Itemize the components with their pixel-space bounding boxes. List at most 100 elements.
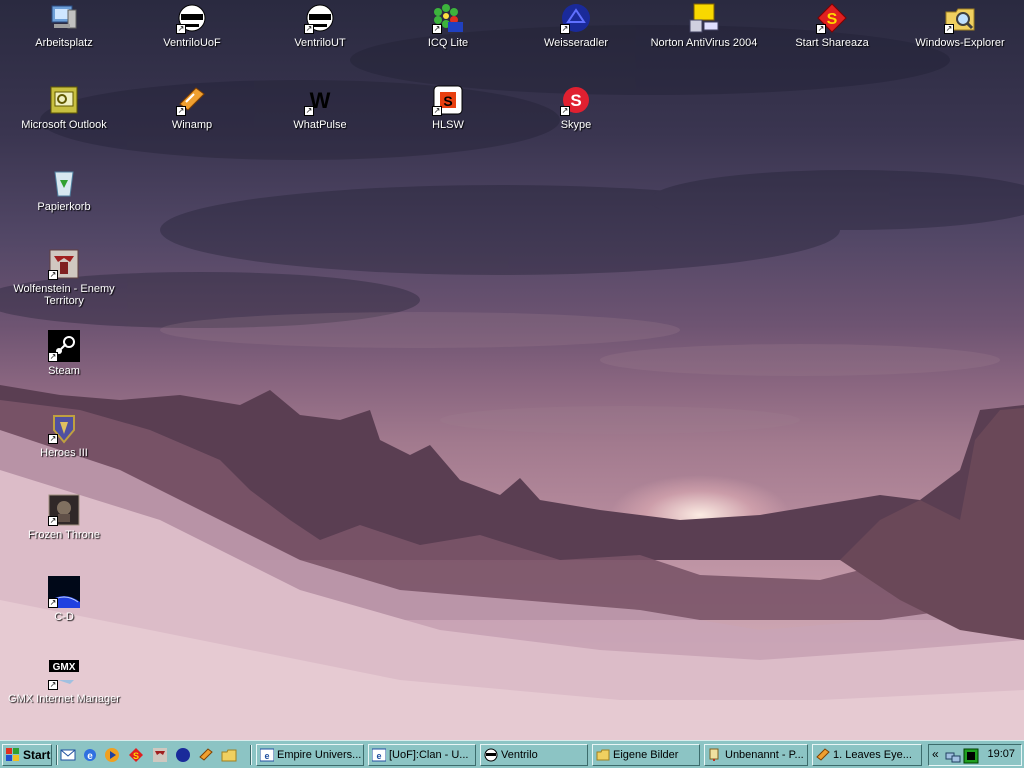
folder-icon[interactable] bbox=[221, 747, 237, 763]
task-button-eigene-bilder[interactable]: Eigene Bilder bbox=[592, 744, 700, 766]
svg-text:GMX: GMX bbox=[53, 662, 76, 673]
shortcut-arrow-icon: ↗ bbox=[176, 24, 186, 34]
shortcut-arrow-icon: ↗ bbox=[48, 680, 58, 690]
shortcut-arrow-icon: ↗ bbox=[944, 24, 954, 34]
icon-label: Steam bbox=[48, 365, 80, 377]
icon-label: Winamp bbox=[171, 119, 213, 131]
ventrilo-icon: ↗ bbox=[304, 2, 336, 34]
icon-label: Start Shareaza bbox=[795, 37, 869, 49]
antivirus-tray-icon[interactable] bbox=[963, 748, 979, 764]
icon-label: VentriloUT bbox=[294, 37, 346, 49]
outlook-express-icon[interactable] bbox=[60, 747, 76, 763]
shareaza-icon: S ↗ bbox=[816, 2, 848, 34]
desktop-icon-gmx[interactable]: GMX ↗ GMX Internet Manager bbox=[0, 658, 128, 705]
task-button-empire-universe[interactable]: e Empire Univers... bbox=[256, 744, 364, 766]
shareaza-icon[interactable]: S bbox=[128, 747, 144, 763]
shortcut-arrow-icon: ↗ bbox=[48, 352, 58, 362]
recycle-bin-icon bbox=[48, 166, 80, 198]
desktop-icon-arbeitsplatz[interactable]: Arbeitsplatz bbox=[0, 2, 128, 49]
desktop-icon-skype[interactable]: S ↗ Skype bbox=[512, 84, 640, 131]
eagle-icon[interactable] bbox=[175, 747, 191, 763]
taskbar-separator bbox=[250, 745, 252, 765]
icon-label: Arbeitsplatz bbox=[35, 37, 93, 49]
task-label: Unbenannt - P... bbox=[725, 749, 804, 761]
desktop-icon-winamp[interactable]: ↗ Winamp bbox=[128, 84, 256, 131]
whatpulse-icon: W ↗ bbox=[304, 84, 336, 116]
icon-label: Heroes III bbox=[40, 447, 88, 459]
desktop-icon-wolfenstein[interactable]: ↗ Wolfenstein - Enemy Territory bbox=[0, 248, 128, 307]
steam-icon: ↗ bbox=[48, 330, 80, 362]
icon-label: Microsoft Outlook bbox=[21, 119, 107, 131]
svg-text:e: e bbox=[87, 751, 93, 762]
tray-expand-button[interactable]: « bbox=[932, 747, 939, 761]
network-icon[interactable] bbox=[945, 748, 961, 764]
desktop-icon-ventrilouof[interactable]: ↗ VentriloUoF bbox=[128, 2, 256, 49]
shortcut-arrow-icon: ↗ bbox=[560, 24, 570, 34]
gmx-icon: GMX ↗ bbox=[48, 658, 80, 690]
task-button-ventrilo[interactable]: Ventrilo bbox=[480, 744, 588, 766]
svg-text:S: S bbox=[570, 91, 581, 110]
system-tray: « 19:07 bbox=[928, 744, 1022, 766]
taskbar: Start e S e Empire Univers... e [UoF]:Cl… bbox=[0, 740, 1024, 768]
desktop-icon-outlook[interactable]: Microsoft Outlook bbox=[0, 84, 128, 131]
desktop-icon-norton[interactable]: Norton AntiVirus 2004 bbox=[640, 2, 768, 49]
skype-icon: S ↗ bbox=[560, 84, 592, 116]
explorer-icon: ↗ bbox=[944, 2, 976, 34]
icon-label: VentriloUoF bbox=[163, 37, 221, 49]
icon-label: Wolfenstein - Enemy Territory bbox=[13, 283, 115, 307]
media-player-icon[interactable] bbox=[104, 747, 120, 763]
svg-text:S: S bbox=[827, 11, 838, 28]
svg-text:e: e bbox=[376, 751, 381, 761]
frozen-throne-icon: ↗ bbox=[48, 494, 80, 526]
task-label: Empire Univers... bbox=[277, 749, 362, 761]
paint-icon bbox=[708, 748, 722, 762]
cd-icon: ↗ bbox=[48, 576, 80, 608]
wolfenstein-icon: ↗ bbox=[48, 248, 80, 280]
desktop-icon-heroes-iii[interactable]: ↗ Heroes III bbox=[0, 412, 128, 459]
ie-icon: e bbox=[371, 748, 387, 762]
outlook-icon bbox=[48, 84, 80, 116]
task-label: Ventrilo bbox=[501, 749, 538, 761]
desktop-icon-whatpulse[interactable]: W ↗ WhatPulse bbox=[256, 84, 384, 131]
taskbar-separator bbox=[56, 745, 58, 765]
task-button-uof-clan[interactable]: e [UoF]:Clan - U... bbox=[368, 744, 476, 766]
desktop-icon-shareaza[interactable]: S ↗ Start Shareaza bbox=[768, 2, 896, 49]
svg-text:S: S bbox=[133, 751, 139, 761]
eagle-icon: ↗ bbox=[560, 2, 592, 34]
desktop-icon-weisseradler[interactable]: ↗ Weisseradler bbox=[512, 2, 640, 49]
wolfenstein-icon[interactable] bbox=[152, 747, 168, 763]
icon-label: Skype bbox=[560, 119, 592, 131]
icon-label: ICQ Lite bbox=[427, 37, 469, 49]
icon-label: Norton AntiVirus 2004 bbox=[650, 37, 758, 49]
desktop-icon-hlsw[interactable]: S ↗ HLSW bbox=[384, 84, 512, 131]
shortcut-arrow-icon: ↗ bbox=[304, 24, 314, 34]
hlsw-icon: S ↗ bbox=[432, 84, 464, 116]
start-label: Start bbox=[23, 748, 51, 762]
shortcut-arrow-icon: ↗ bbox=[48, 434, 58, 444]
task-button-winamp-track[interactable]: 1. Leaves Eye... bbox=[812, 744, 922, 766]
desktop-icon-steam[interactable]: ↗ Steam bbox=[0, 330, 128, 377]
svg-text:S: S bbox=[443, 93, 452, 109]
desktop-icon-papierkorb[interactable]: Papierkorb bbox=[0, 166, 128, 213]
desktop-icon-frozen-throne[interactable]: ↗ Frozen Throne bbox=[0, 494, 128, 541]
shortcut-arrow-icon: ↗ bbox=[48, 598, 58, 608]
winamp-icon[interactable] bbox=[198, 747, 214, 763]
icon-label: Weisseradler bbox=[544, 37, 608, 49]
task-button-paint[interactable]: Unbenannt - P... bbox=[704, 744, 808, 766]
shortcut-arrow-icon: ↗ bbox=[176, 106, 186, 116]
shortcut-arrow-icon: ↗ bbox=[560, 106, 570, 116]
desktop-icon-windows-explorer[interactable]: ↗ Windows-Explorer bbox=[896, 2, 1024, 49]
desktop-icon-ventriloUT[interactable]: ↗ VentriloUT bbox=[256, 2, 384, 49]
svg-text:e: e bbox=[264, 751, 269, 761]
windows-logo-icon bbox=[6, 748, 20, 762]
task-label: [UoF]:Clan - U... bbox=[389, 749, 469, 761]
icon-label: C-D bbox=[54, 611, 74, 623]
icon-label: Papierkorb bbox=[37, 201, 91, 213]
start-button[interactable]: Start bbox=[2, 744, 52, 766]
heroes-icon: ↗ bbox=[48, 412, 80, 444]
shortcut-arrow-icon: ↗ bbox=[432, 24, 442, 34]
desktop-icon-c-d[interactable]: ↗ C-D bbox=[0, 576, 128, 623]
clock[interactable]: 19:07 bbox=[987, 748, 1015, 760]
desktop-icon-icq-lite[interactable]: ↗ ICQ Lite bbox=[384, 2, 512, 49]
ie-icon[interactable]: e bbox=[82, 747, 98, 763]
